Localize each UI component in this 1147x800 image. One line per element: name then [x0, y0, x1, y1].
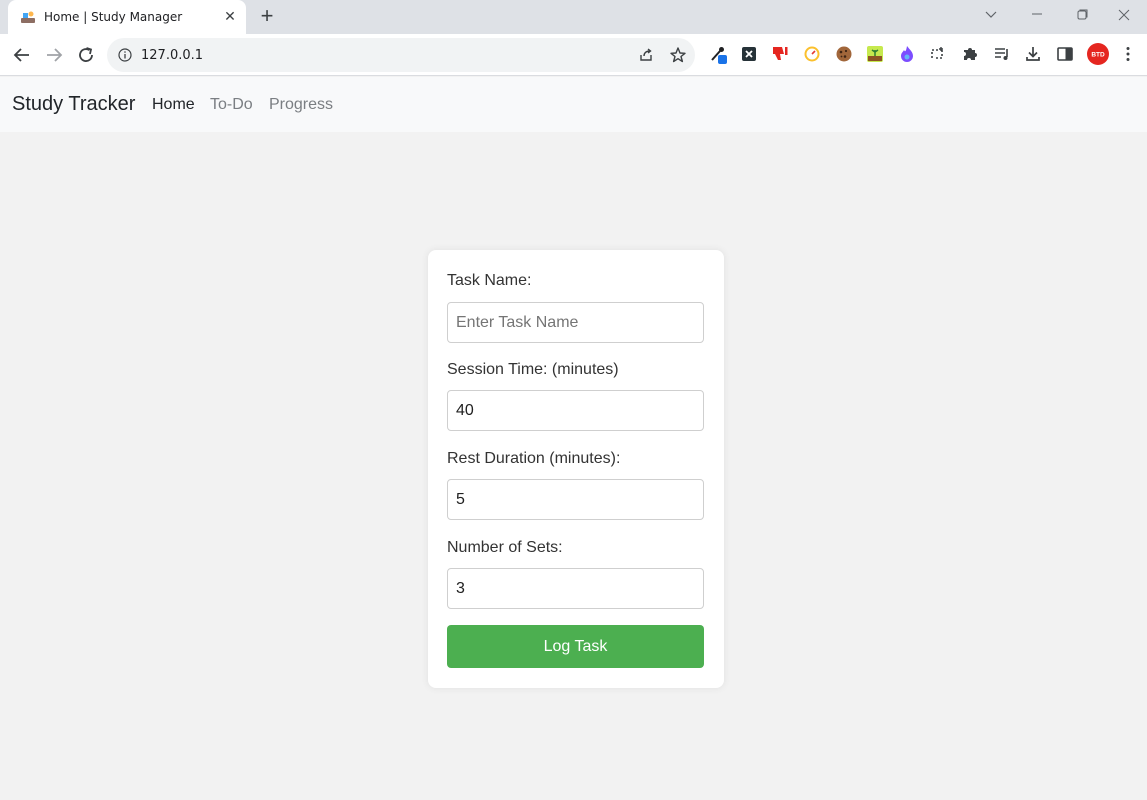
site-navbar: Study Tracker Home To-Do Progress [0, 77, 1147, 132]
minimize-icon[interactable] [1014, 0, 1060, 30]
brand-link[interactable]: Study Tracker [12, 93, 135, 116]
puzzle-icon[interactable] [960, 44, 980, 64]
share-icon[interactable] [638, 47, 654, 68]
flame-icon[interactable] [897, 44, 917, 64]
session-time-label: Session Time: (minutes) [447, 361, 619, 378]
menu-kebab-icon[interactable] [1118, 44, 1138, 64]
session-time-input[interactable] [447, 390, 704, 431]
info-icon[interactable] [118, 48, 132, 67]
bookmark-star-icon[interactable] [669, 46, 687, 69]
screenshot-icon[interactable] [928, 44, 948, 64]
restore-icon[interactable] [1059, 0, 1105, 30]
log-task-button[interactable]: Log Task [447, 625, 704, 668]
dislike-icon[interactable] [770, 44, 790, 64]
nav-link-progress[interactable]: Progress [269, 96, 333, 114]
rest-duration-label: Rest Duration (minutes): [447, 450, 621, 467]
task-name-label: Task Name: [447, 272, 532, 289]
study-favicon-icon [20, 9, 36, 25]
rest-duration-input[interactable] [447, 479, 704, 520]
download-icon[interactable] [1023, 44, 1043, 64]
tab-close-icon[interactable]: ✕ [222, 8, 238, 24]
x-icon[interactable] [739, 44, 759, 64]
tab-search-chevron-icon[interactable] [968, 0, 1014, 30]
sets-label: Number of Sets: [447, 539, 563, 556]
speed-icon[interactable] [802, 44, 822, 64]
tab-title: Home | Study Manager [44, 10, 183, 24]
back-arrow-icon[interactable] [10, 43, 34, 67]
task-form-card: Task Name: Session Time: (minutes) Rest … [428, 250, 724, 688]
plant-icon[interactable] [865, 44, 885, 64]
sidepanel-icon[interactable] [1055, 44, 1075, 64]
browser-tab[interactable]: Home | Study Manager ✕ [8, 0, 246, 34]
reload-icon[interactable] [74, 43, 98, 67]
profile-badge-text: BTD [1091, 52, 1105, 59]
forward-arrow-icon[interactable] [42, 43, 66, 67]
task-name-input[interactable] [447, 302, 704, 343]
address-bar[interactable]: 127.0.0.1 [107, 38, 695, 72]
browser-tab-bar: Home | Study Manager ✕ + [0, 0, 1147, 34]
nav-link-home[interactable]: Home [152, 96, 195, 114]
eyedropper-icon[interactable] [709, 44, 729, 64]
browser-toolbar: 127.0.0.1 BTD [0, 34, 1147, 76]
cookie-icon[interactable] [834, 44, 854, 64]
media-icon[interactable] [992, 44, 1012, 64]
sets-input[interactable] [447, 568, 704, 609]
new-tab-button[interactable]: + [256, 5, 278, 27]
close-window-icon[interactable] [1101, 0, 1147, 30]
profile-icon[interactable]: BTD [1087, 43, 1109, 65]
url-text[interactable]: 127.0.0.1 [141, 48, 203, 63]
nav-link-todo[interactable]: To-Do [210, 96, 253, 114]
